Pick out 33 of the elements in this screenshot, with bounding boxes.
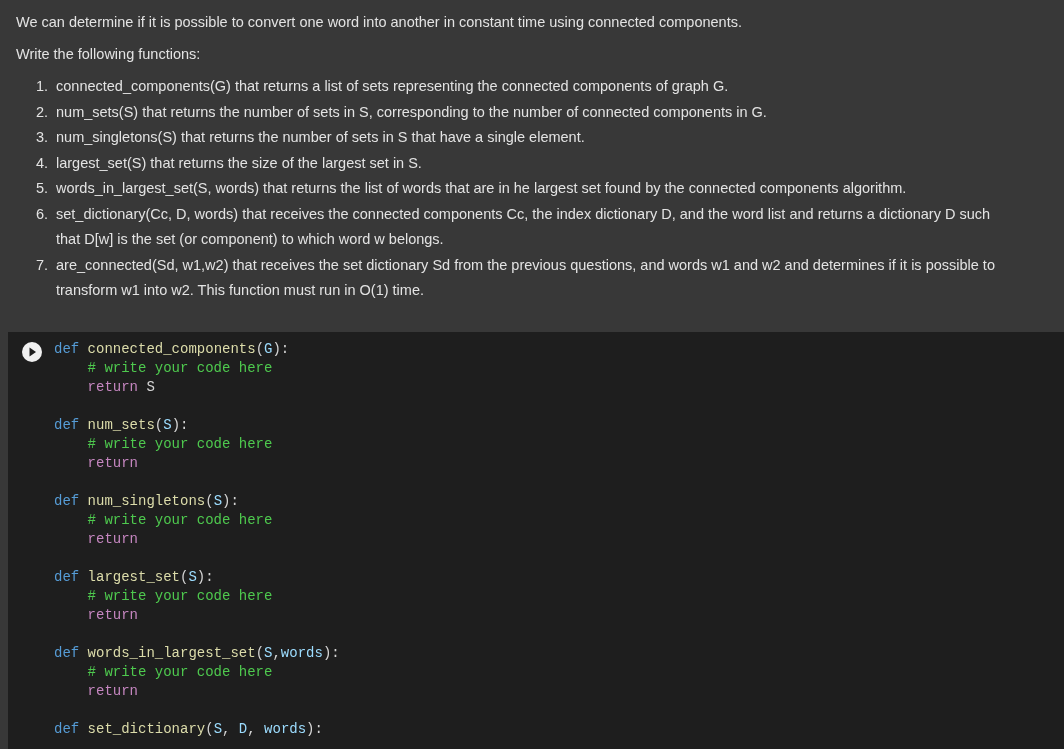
code-line: return [86, 453, 139, 473]
list-item-text: words_in_largest_set(S, words) that returns the list of words that are in he largest set found by the connected components algorithm. [56, 179, 908, 198]
code-line: return [86, 529, 139, 549]
paragraph: We can determine if it is possible to convert one word into another in constant time using connected components. [16, 13, 743, 32]
code-line: # write your code here [86, 434, 274, 454]
list-item-text: are_connected(Sd, w1,w2) that receives the set dictionary Sd from the previous questions, and words w1 and w2 and determines if it is possible to transform w1 into w2. This function must run in O(1) time. [56, 255, 996, 300]
code-line: def connected_components(G): [54, 339, 291, 359]
code-line: def words_in_largest_set(S,words): [54, 643, 340, 663]
list-number: 2. [36, 102, 50, 122]
code-line: # write your code here [86, 662, 274, 682]
list-item-text: largest_set(S) that returns the size of the largest set in S. [56, 153, 423, 173]
list-number: 1. [36, 77, 50, 96]
list-number: 3. [36, 128, 50, 147]
code-line: return [86, 681, 139, 701]
list-item-text: num_sets(S) that returns the number of sets in S, corresponding to the number of connected components in G. [56, 102, 768, 122]
list-number: 4. [36, 153, 50, 173]
list-item-text: num_singletons(S) that returns the number of sets in S that have a single element. [56, 128, 586, 147]
paragraph: Write the following functions: [16, 45, 202, 64]
code-line: return [86, 605, 139, 625]
code-line: # write your code here [86, 510, 274, 530]
list-number: 5. [36, 179, 50, 198]
code-line: def num_sets(S): [54, 415, 190, 435]
code-line: # write your code here [86, 586, 274, 606]
list-number: 7. [36, 255, 50, 275]
code-line: def set_dictionary(S, D, words): [54, 719, 324, 739]
list-number: 6. [36, 204, 50, 224]
run-button[interactable] [22, 341, 42, 362]
code-line: def num_singletons(S): [54, 491, 240, 511]
code-line: return S [86, 377, 156, 397]
list-item-text: connected_components(G) that returns a list of sets representing the connected components of graph G. [56, 77, 730, 96]
code-line: def largest_set(S): [54, 567, 215, 587]
code-line: # write your code here [86, 358, 274, 378]
list-item-text: set_dictionary(Cc, D, words) that receives the connected components Cc, the index dictionary D, and the word list and returns a dictionary D such that D[w] is the set (or component) to which word w belongs. [56, 204, 992, 249]
